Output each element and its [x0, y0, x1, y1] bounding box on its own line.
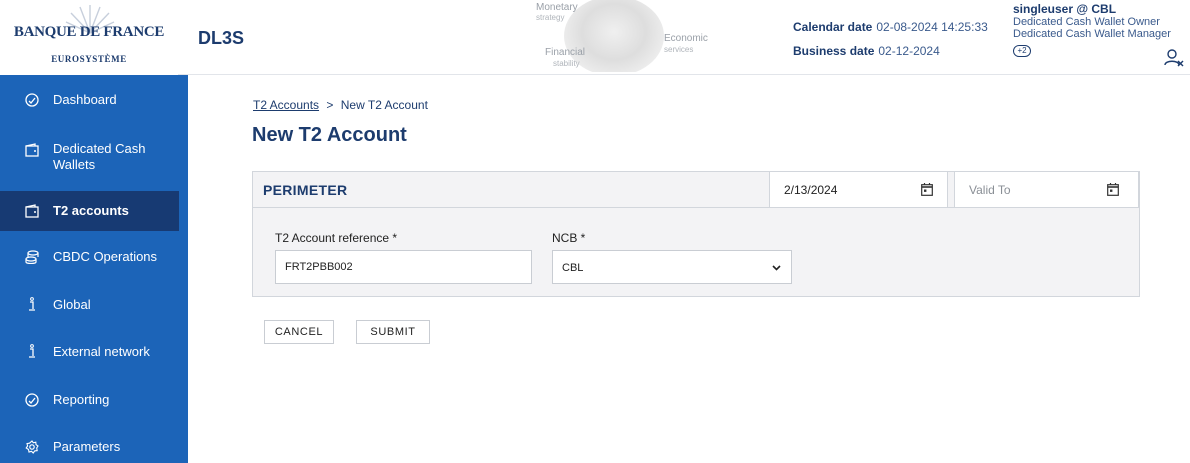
sidebar-nav: Dashboard Dedicated Cash Wallets T2 acco…: [0, 75, 188, 463]
medallion-financial: Financial: [545, 47, 586, 58]
top-header: BANQUE DE FRANCE EUROSYSTÈME DL3S Moneta…: [0, 0, 1190, 75]
sidebar-item-dedicated-cash-wallets[interactable]: Dedicated Cash Wallets: [0, 141, 188, 173]
perimeter-panel: PERIMETER T2 Account reference * NCB * C…: [252, 171, 1140, 297]
perimeter-title: PERIMETER: [263, 182, 348, 198]
header-medallion: Monetary strategy Economic services Fina…: [514, 0, 716, 72]
gear-icon: [25, 440, 39, 454]
more-roles-badge[interactable]: +2: [1013, 45, 1031, 57]
calendar-icon[interactable]: [1107, 183, 1119, 196]
cancel-button[interactable]: CANCEL: [264, 320, 334, 344]
sidebar-item-label: Reporting: [53, 392, 110, 407]
business-date: Business date 02-12-2024: [793, 44, 940, 58]
perimeter-panel-header: PERIMETER: [253, 172, 1139, 208]
breadcrumb-current: New T2 Account: [340, 98, 428, 112]
sidebar-item-t2-accounts[interactable]: T2 accounts: [0, 191, 179, 231]
valid-to-datepicker[interactable]: [954, 172, 1139, 207]
user-info: singleuser @ CBL Dedicated Cash Wallet O…: [1013, 3, 1171, 58]
info-icon: [29, 344, 35, 358]
t2-account-reference-input[interactable]: [275, 250, 532, 284]
medallion-services: services: [664, 45, 694, 54]
medallion-monetary: Monetary: [536, 2, 578, 13]
info-icon: [29, 297, 35, 311]
wallet-icon: [25, 143, 39, 157]
sidebar-item-label: Dedicated Cash Wallets: [53, 141, 146, 172]
sidebar-item-cbdc-operations[interactable]: CBDC Operations: [0, 249, 188, 265]
valid-from-datepicker[interactable]: [769, 172, 948, 207]
user-role: Dedicated Cash Wallet Owner: [1013, 16, 1160, 28]
sidebar-item-label: External network: [53, 344, 150, 359]
ncb-label: NCB *: [552, 231, 586, 245]
wallet-icon: [25, 204, 39, 218]
t2-account-reference-label: T2 Account reference *: [275, 231, 398, 245]
system-dates: Calendar date 02-08-2024 14:25:33 Busines…: [793, 15, 988, 63]
sidebar-item-reporting[interactable]: Reporting: [0, 392, 188, 408]
sidebar-item-parameters[interactable]: Parameters: [0, 439, 188, 455]
sidebar-item-global[interactable]: Global: [0, 297, 188, 313]
page-title: New T2 Account: [252, 124, 407, 146]
clock-icon: [25, 393, 39, 407]
medallion-strategy: strategy: [536, 13, 565, 22]
user-name: singleuser @ CBL: [1013, 2, 1117, 16]
clock-icon: [25, 93, 39, 107]
logo-subtitle: EUROSYSTÈME: [51, 54, 127, 64]
sidebar-item-label: Global: [53, 297, 91, 312]
breadcrumb-separator: >: [326, 98, 334, 112]
sidebar-item-label: Dashboard: [53, 92, 117, 107]
breadcrumb-link-t2-accounts[interactable]: T2 Accounts: [253, 98, 319, 112]
medallion-economic: Economic: [664, 33, 708, 44]
user-role: Dedicated Cash Wallet Manager: [1013, 28, 1171, 40]
sidebar-item-label: CBDC Operations: [53, 249, 158, 264]
sidebar-item-label: T2 accounts: [53, 203, 129, 218]
coins-icon: [25, 250, 39, 264]
ncb-select[interactable]: CBL: [552, 250, 792, 284]
calendar-icon[interactable]: [921, 183, 933, 196]
calendar-date: Calendar date 02-08-2024 14:25:33: [793, 20, 988, 34]
submit-button[interactable]: SUBMIT: [356, 320, 430, 344]
sidebar-item-dashboard[interactable]: Dashboard: [0, 92, 188, 108]
user-logout-icon[interactable]: [1164, 48, 1184, 68]
chevron-down-icon: [772, 265, 781, 271]
logo-title: BANQUE DE FRANCE: [13, 24, 165, 40]
sidebar-item-external-network[interactable]: External network: [0, 344, 188, 360]
medallion-stability: stability: [553, 59, 580, 68]
banque-de-france-logo[interactable]: BANQUE DE FRANCE EUROSYSTÈME: [0, 0, 178, 75]
app-name: DL3S: [198, 28, 245, 48]
sidebar-item-label: Parameters: [53, 439, 121, 454]
breadcrumb: T2 Accounts > New T2 Account: [253, 98, 428, 112]
ncb-selected-value: CBL: [562, 262, 584, 274]
